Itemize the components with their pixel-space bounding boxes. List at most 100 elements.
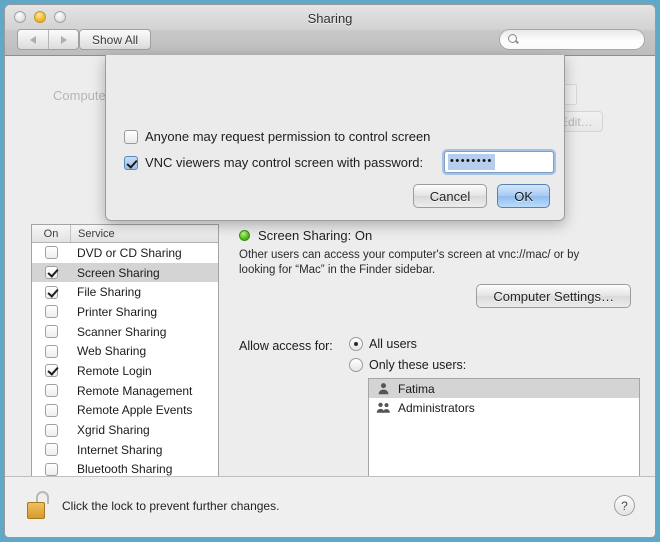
service-row[interactable]: Remote Apple Events: [32, 401, 218, 421]
service-name: Scanner Sharing: [77, 324, 167, 339]
search-icon: [507, 33, 520, 46]
sheet-button-row: Cancel OK: [412, 184, 550, 208]
allow-access-label: Allow access for:: [239, 339, 333, 353]
services-list-header: On Service: [32, 225, 218, 243]
service-checkbox-cell: [32, 384, 70, 398]
radio-all-users[interactable]: All users: [349, 337, 466, 351]
lock-hint-text: Click the lock to prevent further change…: [62, 499, 280, 513]
service-checkbox-cell: [32, 285, 70, 299]
vnc-password-row[interactable]: VNC viewers may control screen with pass…: [124, 155, 423, 170]
help-button[interactable]: ?: [614, 495, 635, 516]
screen-sharing-options-sheet: Anyone may request permission to control…: [105, 55, 565, 221]
window-titlebar: Sharing Show All: [5, 5, 655, 56]
search-input[interactable]: [523, 33, 635, 46]
service-row[interactable]: File Sharing: [32, 282, 218, 302]
service-row[interactable]: Remote Management: [32, 381, 218, 401]
chevron-left-icon: [30, 35, 36, 44]
user-name: Fatima: [398, 381, 435, 396]
service-enable-checkbox[interactable]: [44, 423, 58, 437]
show-all-button[interactable]: Show All: [79, 29, 152, 50]
service-name: Printer Sharing: [77, 304, 158, 319]
service-row[interactable]: Xgrid Sharing: [32, 420, 218, 440]
service-enable-checkbox[interactable]: [44, 384, 58, 398]
service-enable-checkbox[interactable]: [44, 403, 58, 417]
user-name: Administrators: [398, 400, 475, 415]
sharing-preferences-window: Sharing Show All Computer Name: Mac Mac.…: [4, 4, 656, 538]
service-row[interactable]: DVD or CD Sharing: [32, 243, 218, 263]
service-name: Internet Sharing: [77, 442, 163, 457]
back-button[interactable]: [18, 30, 48, 49]
service-checkbox-cell: [32, 364, 70, 378]
radio-only-these-users-label: Only these users:: [369, 358, 467, 372]
status-badge: Screen Sharing: On: [258, 228, 373, 243]
allow-access-radio-group: All users Only these users:: [349, 337, 466, 379]
anyone-request-label: Anyone may request permission to control…: [145, 129, 431, 144]
service-enable-checkbox[interactable]: [44, 246, 58, 260]
service-name: Xgrid Sharing: [77, 423, 150, 438]
radio-all-users-indicator[interactable]: [349, 337, 363, 351]
services-list[interactable]: On Service DVD or CD Sharing Screen Shari…: [31, 224, 219, 509]
service-row[interactable]: Screen Sharing: [32, 262, 218, 283]
service-enable-checkbox[interactable]: [44, 364, 58, 378]
column-header-on: On: [43, 228, 59, 240]
service-name: Remote Apple Events: [77, 403, 193, 418]
navigation-buttons: [17, 29, 79, 50]
preferences-footer: Click the lock to prevent further change…: [5, 476, 655, 537]
service-name: Screen Sharing: [77, 265, 160, 280]
search-field[interactable]: [499, 29, 645, 50]
service-description: Other users can access your computer's s…: [239, 249, 580, 276]
status-indicator-icon: [239, 230, 250, 241]
radio-only-these-users-indicator[interactable]: [349, 358, 363, 372]
radio-all-users-label: All users: [369, 337, 417, 351]
vnc-password-label: VNC viewers may control screen with pass…: [145, 155, 424, 170]
service-enable-checkbox[interactable]: [44, 344, 58, 358]
service-checkbox-cell: [32, 462, 70, 476]
service-name: Web Sharing: [77, 344, 147, 359]
service-checkbox-cell: [32, 266, 70, 280]
service-checkbox-cell: [32, 344, 70, 358]
service-enable-checkbox[interactable]: [44, 325, 58, 339]
service-checkbox-cell: [32, 443, 70, 457]
preferences-content: Computer Name: Mac Mac.local Edit… Anyon…: [5, 55, 655, 537]
user-icon: [375, 382, 392, 395]
anyone-request-checkbox[interactable]: [124, 129, 138, 144]
vnc-password-field[interactable]: ••••••••: [444, 151, 554, 173]
radio-only-these-users[interactable]: Only these users:: [349, 358, 466, 372]
service-checkbox-cell: [32, 423, 70, 437]
service-row[interactable]: Internet Sharing: [32, 440, 218, 460]
service-enable-checkbox[interactable]: [44, 462, 58, 476]
service-name: Remote Management: [77, 383, 193, 398]
users-list[interactable]: Fatima Administrators: [368, 378, 640, 483]
service-enable-checkbox[interactable]: [44, 266, 58, 280]
service-row[interactable]: Web Sharing: [32, 341, 218, 361]
service-row[interactable]: Remote Login: [32, 361, 218, 381]
service-status: Screen Sharing: On: [239, 228, 372, 243]
service-enable-checkbox[interactable]: [44, 443, 58, 457]
anyone-request-row[interactable]: Anyone may request permission to control…: [124, 129, 430, 144]
ok-button[interactable]: OK: [497, 184, 550, 208]
service-name: File Sharing: [77, 285, 142, 300]
service-enable-checkbox[interactable]: [44, 305, 58, 319]
user-list-item[interactable]: Fatima: [369, 379, 639, 398]
vnc-password-checkbox[interactable]: [124, 155, 138, 170]
service-checkbox-cell: [32, 325, 70, 339]
user-list-item[interactable]: Administrators: [369, 398, 639, 417]
column-header-service: Service: [70, 225, 218, 242]
service-row[interactable]: Scanner Sharing: [32, 322, 218, 342]
service-name: Bluetooth Sharing: [77, 462, 173, 477]
service-enable-checkbox[interactable]: [44, 285, 58, 299]
cancel-button[interactable]: Cancel: [412, 184, 488, 208]
service-checkbox-cell: [32, 246, 70, 260]
forward-button[interactable]: [48, 30, 78, 49]
page-title: Sharing: [307, 11, 353, 26]
vnc-password-value: ••••••••: [448, 154, 495, 170]
lock-body: [27, 502, 45, 519]
service-checkbox-cell: [32, 403, 70, 417]
service-row[interactable]: Printer Sharing: [32, 302, 218, 322]
computer-settings-button[interactable]: Computer Settings…: [476, 284, 631, 308]
users-rows: Fatima Administrators: [369, 379, 639, 417]
service-checkbox-cell: [32, 305, 70, 319]
service-name: Remote Login: [77, 363, 152, 378]
services-rows: DVD or CD Sharing Screen Sharing File Shar…: [32, 243, 218, 479]
lock-icon[interactable]: [27, 491, 53, 521]
